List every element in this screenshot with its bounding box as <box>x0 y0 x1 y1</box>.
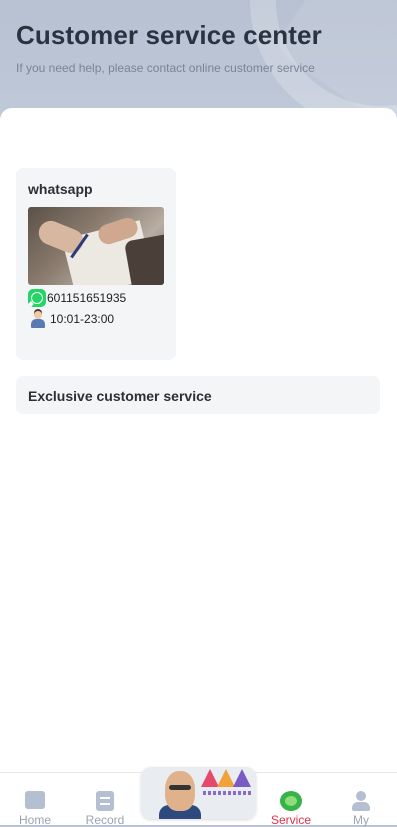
content-panel: whatsapp 601151651935 10:01-23:00 Exclus… <box>0 108 397 824</box>
game-logo-icon <box>165 771 195 811</box>
profile-icon <box>352 791 370 811</box>
tab-my-label: My <box>353 813 369 827</box>
tab-service[interactable]: Service <box>261 773 321 827</box>
whatsapp-phone-row[interactable]: 601151651935 <box>28 289 126 307</box>
page-subtitle: If you need help, please contact online … <box>16 61 315 75</box>
agent-icon <box>30 310 46 328</box>
tab-home-label: Home <box>18 813 51 827</box>
tab-record[interactable]: Record <box>75 773 135 827</box>
service-icon <box>280 791 302 811</box>
service-hours-row: 10:01-23:00 <box>28 310 114 328</box>
home-icon <box>25 791 45 809</box>
service-hours: 10:01-23:00 <box>50 312 115 326</box>
whatsapp-card-title: whatsapp <box>28 181 93 197</box>
whatsapp-card-photo <box>28 207 164 285</box>
whatsapp-icon <box>28 289 46 307</box>
whatsapp-card[interactable]: whatsapp 601151651935 10:01-23:00 <box>16 168 176 360</box>
tab-record-label: Record <box>85 813 125 827</box>
tab-service-label: Service <box>270 813 311 827</box>
center-game-button[interactable] <box>141 767 256 819</box>
exclusive-service-card[interactable]: Exclusive customer service <box>16 376 380 414</box>
tab-my[interactable]: My <box>331 773 391 827</box>
whatsapp-phone-number[interactable]: 601151651935 <box>47 291 126 305</box>
exclusive-service-label: Exclusive customer service <box>28 388 212 404</box>
page-title: Customer service center <box>16 20 322 50</box>
record-icon <box>96 791 114 811</box>
tab-home[interactable]: Home <box>5 773 65 827</box>
